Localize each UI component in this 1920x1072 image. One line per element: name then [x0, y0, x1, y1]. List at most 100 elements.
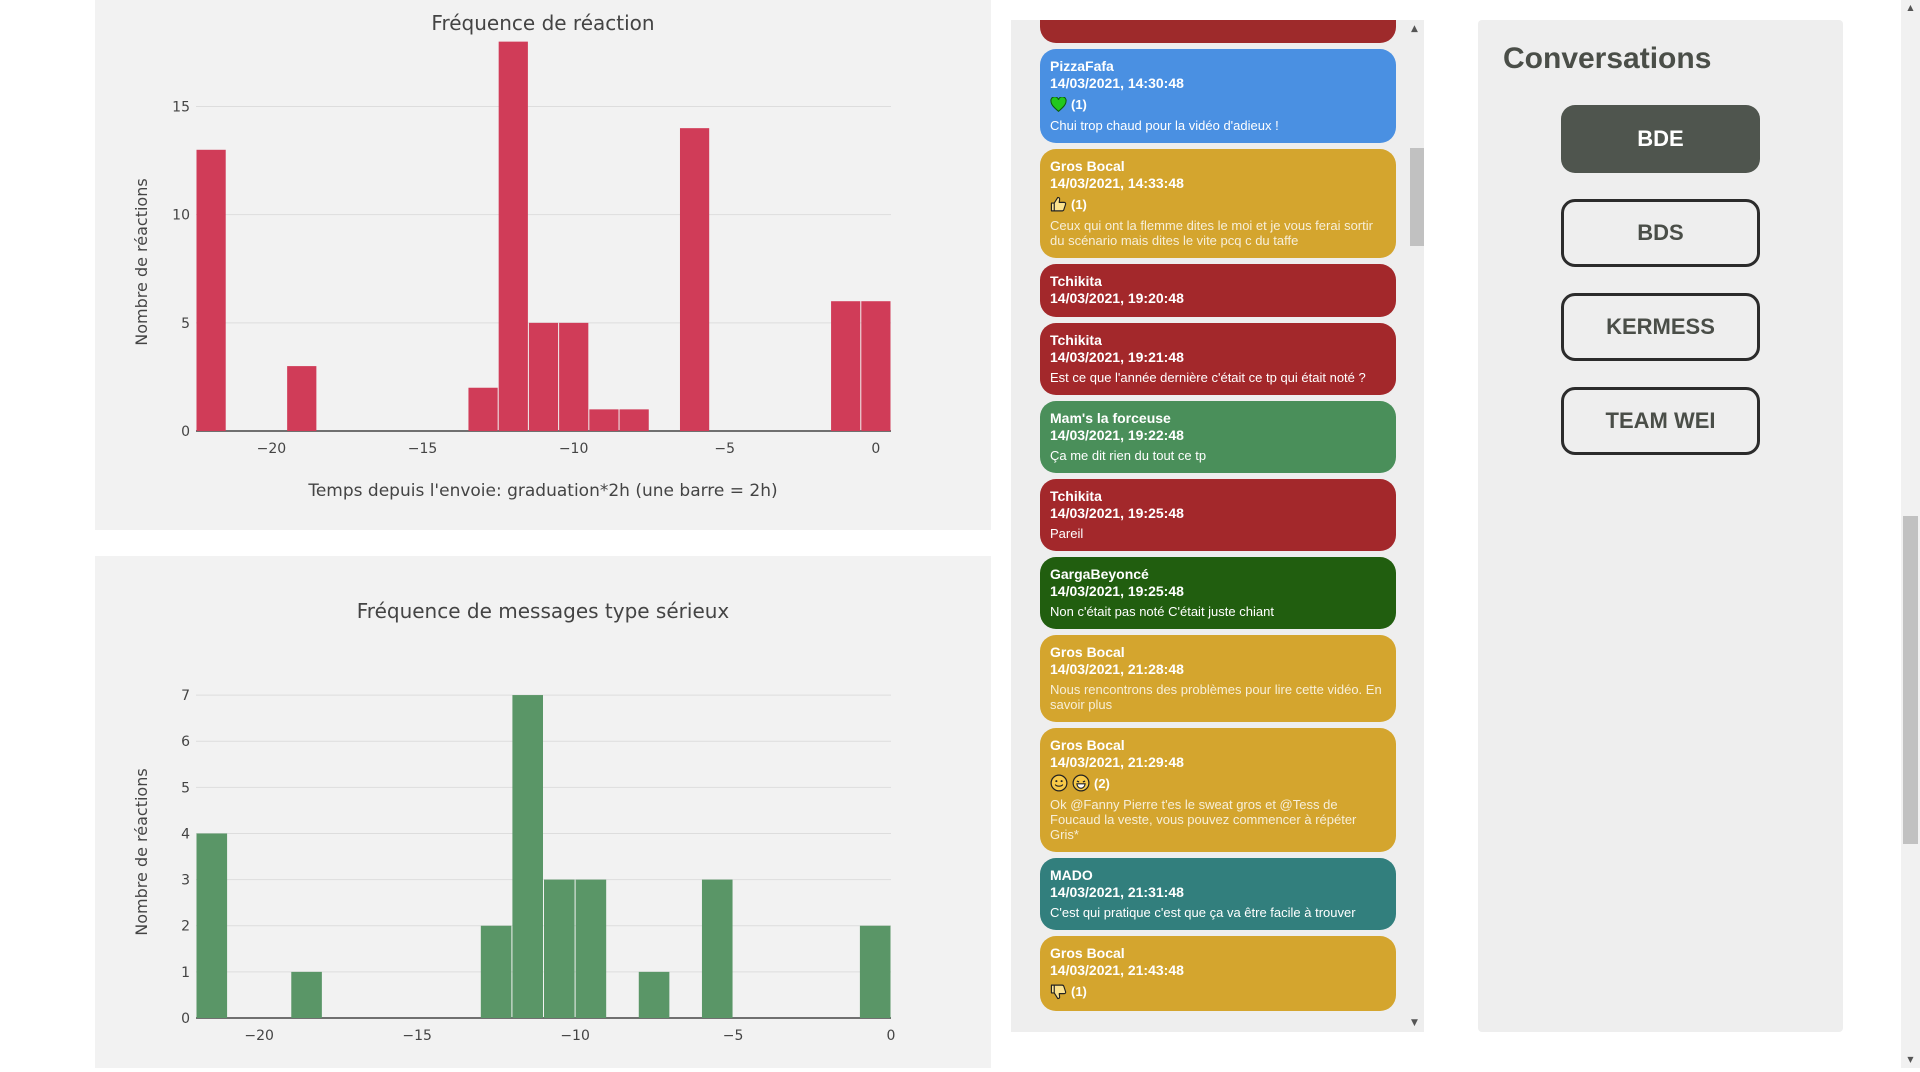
y-tick-label: 5: [181, 780, 190, 796]
message-card-partial[interactable]: [1040, 20, 1396, 43]
scroll-down-arrow-icon[interactable]: ▼: [1405, 1014, 1424, 1032]
y-tick-label: 6: [181, 734, 190, 750]
message-card[interactable]: MADO 14/03/2021, 21:31:48 C'est qui pratiq…: [1040, 858, 1396, 930]
message-timestamp: 14/03/2021, 19:25:48: [1050, 505, 1184, 521]
message-author: Gros Bocal: [1050, 158, 1125, 174]
bar: [528, 322, 559, 431]
y-tick-label: 10: [172, 208, 190, 224]
message-text: Non c'était pas noté C'était juste chian…: [1050, 604, 1274, 619]
message-card[interactable]: Tchikita 14/03/2021, 19:20:48: [1040, 264, 1396, 317]
message-text: Ça me dit rien du tout ce tp: [1050, 448, 1207, 463]
bar: [575, 879, 607, 1018]
message-card[interactable]: Gros Bocal 14/03/2021, 21:28:48 Nous renco…: [1040, 635, 1396, 722]
bar: [196, 833, 228, 1018]
bar: [831, 301, 861, 431]
message-card[interactable]: Gros Bocal 14/03/2021, 14:33:48 (1) Ceux qu…: [1040, 149, 1396, 258]
bar: [287, 366, 317, 431]
bar: [589, 409, 619, 431]
bar: [619, 409, 649, 431]
conversations-panel: Conversations BDE BDS KERMESS TEAM WEI: [1478, 20, 1843, 1032]
message-timestamp: 14/03/2021, 21:28:48: [1050, 661, 1184, 677]
message-text: Ceux qui ont la flemme dites le moi et j…: [1050, 218, 1373, 248]
message-reactions[interactable]: (2): [1050, 773, 1386, 793]
page-scrollbar-thumb[interactable]: [1903, 516, 1918, 844]
message-text: Ok @Fanny Pierre t'es le sweat gros et @…: [1050, 797, 1357, 842]
message-reactions[interactable]: (1): [1050, 94, 1386, 114]
x-tick-label: −5: [723, 1028, 744, 1044]
green-heart-icon: [1050, 96, 1067, 112]
scroll-up-arrow-icon[interactable]: ▲: [1405, 20, 1424, 38]
y-tick-label: 4: [181, 826, 190, 842]
bar: [544, 879, 575, 1018]
y-tick-label: 7: [181, 688, 190, 704]
message-card[interactable]: Tchikita 14/03/2021, 19:21:48 Est ce que l…: [1040, 323, 1396, 395]
message-author: Mam's la forceuse: [1050, 410, 1171, 426]
x-tick-label: −10: [560, 1028, 590, 1044]
scrollbar-thumb[interactable]: [1410, 148, 1424, 246]
x-tick-label: −15: [408, 441, 438, 457]
message-card[interactable]: PizzaFafa 14/03/2021, 14:30:48 (1) Chui tro…: [1040, 49, 1396, 143]
conversation-button-bds[interactable]: BDS: [1561, 199, 1760, 267]
y-tick-label: 0: [181, 1011, 190, 1027]
conversation-button-team-wei[interactable]: TEAM WEI: [1561, 387, 1760, 455]
message-scrollbar[interactable]: ▲ ▼: [1405, 20, 1424, 1032]
y-tick-label: 2: [181, 919, 190, 935]
message-card[interactable]: Tchikita 14/03/2021, 19:25:48 Pareil: [1040, 479, 1396, 551]
reaction-count: (1): [1071, 196, 1087, 212]
y-tick-label: 0: [181, 424, 190, 440]
message-list[interactable]: PizzaFafa 14/03/2021, 14:30:48 (1) Chui tro…: [1011, 20, 1405, 1032]
y-axis-label: Nombre de réactions: [132, 768, 151, 935]
chart-title: Fréquence de réaction: [431, 11, 654, 35]
x-tick-label: −5: [714, 441, 735, 457]
message-author: Tchikita: [1050, 488, 1102, 504]
reaction-frequency-chart: −20 −15 −10 −5 0 0 5 10 15 Fréquence de réactio…: [132, 11, 891, 501]
message-timestamp: 14/03/2021, 14:30:48: [1050, 75, 1184, 91]
x-tick-label: −20: [257, 441, 287, 457]
message-feed[interactable]: PizzaFafa 14/03/2021, 14:30:48 (1) Chui tro…: [1011, 20, 1424, 1032]
message-text: Chui trop chaud pour la vidéo d'adieux !: [1050, 118, 1279, 133]
laugh-face-icon: [1072, 774, 1090, 792]
message-reactions[interactable]: (1): [1050, 194, 1386, 214]
reaction-count: (2): [1094, 775, 1110, 791]
thumbs-up-icon: [1050, 196, 1067, 213]
page-scroll-up-icon[interactable]: ▲: [1901, 0, 1920, 16]
bar: [701, 879, 733, 1018]
message-timestamp: 14/03/2021, 19:21:48: [1050, 349, 1184, 365]
bar: [638, 971, 670, 1018]
reaction-count: (1): [1071, 983, 1087, 999]
message-timestamp: 14/03/2021, 14:33:48: [1050, 175, 1184, 191]
message-timestamp: 14/03/2021, 19:25:48: [1050, 583, 1184, 599]
conversation-button-bde[interactable]: BDE: [1561, 105, 1760, 173]
message-author: Tchikita: [1050, 332, 1102, 348]
reaction-count: (1): [1071, 96, 1087, 112]
x-tick-label: −15: [402, 1028, 432, 1044]
y-axis-label: Nombre de réactions: [132, 178, 151, 345]
message-text: C'est qui pratique c'est que ça va être …: [1050, 905, 1356, 920]
y-tick-label: 5: [181, 316, 190, 332]
y-tick-label: 15: [172, 100, 190, 116]
conversation-button-kermess[interactable]: KERMESS: [1561, 293, 1760, 361]
reaction-frequency-chart-panel: −20 −15 −10 −5 0 0 5 10 15 Fréquence de réactio…: [95, 0, 991, 530]
bar: [859, 925, 891, 1018]
message-reactions[interactable]: (1): [1050, 981, 1386, 1001]
message-card[interactable]: GargaBeyoncé 14/03/2021, 19:25:48 Non c'ét…: [1040, 557, 1396, 629]
message-timestamp: 14/03/2021, 21:43:48: [1050, 962, 1184, 978]
message-author: Gros Bocal: [1050, 737, 1125, 753]
page-scroll-down-icon[interactable]: ▼: [1901, 1052, 1920, 1068]
message-author: Tchikita: [1050, 273, 1102, 289]
message-author: MADO: [1050, 867, 1093, 883]
page-scrollbar[interactable]: ▲ ▼: [1901, 0, 1920, 1068]
message-author: Gros Bocal: [1050, 644, 1125, 660]
message-author: Gros Bocal: [1050, 945, 1125, 961]
bar: [291, 971, 322, 1018]
message-author: GargaBeyoncé: [1050, 566, 1149, 582]
x-tick-label: −10: [559, 441, 589, 457]
y-tick-label: 3: [181, 873, 190, 889]
message-card[interactable]: Gros Bocal 14/03/2021, 21:43:48 (1): [1040, 936, 1396, 1011]
serious-messages-chart-panel: −20 −15 −10 −5 0 0 1 2 3 4 5 6 7 Fréquence de messa…: [95, 556, 991, 1068]
x-axis-label: Temps depuis l'envoie: graduation*2h (un…: [307, 481, 777, 501]
message-text: Pareil: [1050, 526, 1084, 541]
message-author: PizzaFafa: [1050, 58, 1114, 74]
message-card[interactable]: Mam's la forceuse 14/03/2021, 19:22:48 Ça …: [1040, 401, 1396, 473]
message-card[interactable]: Gros Bocal 14/03/2021, 21:29:48 (2) Ok @Fan…: [1040, 728, 1396, 852]
